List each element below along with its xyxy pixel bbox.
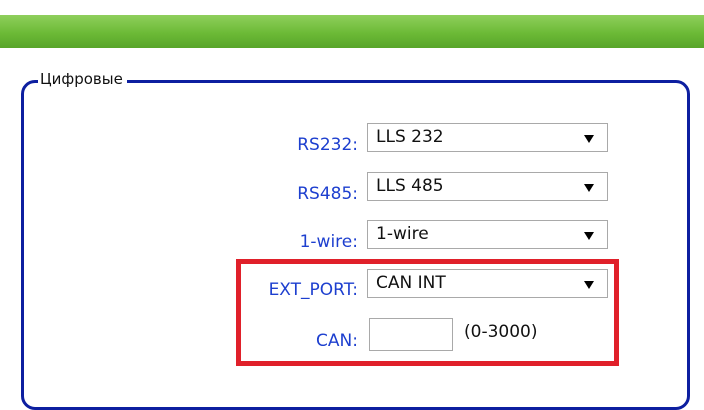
rs485-label: RS485: — [297, 184, 358, 204]
rs485-row: RS485: LLS 485 — [0, 172, 704, 204]
rs232-label: RS232: — [297, 135, 358, 155]
dropdown-arrow-icon — [584, 232, 594, 240]
rs232-select[interactable]: LLS 232 — [367, 123, 608, 152]
rs485-select-value: LLS 485 — [376, 176, 444, 196]
rs232-row: RS232: LLS 232 — [0, 123, 704, 155]
onewire-select[interactable]: 1-wire — [367, 220, 608, 249]
highlight-box — [236, 259, 619, 366]
rs232-select-value: LLS 232 — [376, 127, 444, 147]
onewire-row: 1-wire: 1-wire — [0, 220, 704, 252]
dropdown-arrow-icon — [584, 135, 594, 143]
fieldset-legend: Цифровые — [38, 67, 127, 91]
dropdown-arrow-icon — [584, 184, 594, 192]
top-band — [0, 0, 704, 15]
header-bar — [0, 15, 704, 48]
onewire-label: 1-wire: — [299, 232, 358, 252]
rs485-select[interactable]: LLS 485 — [367, 172, 608, 201]
onewire-select-value: 1-wire — [376, 224, 429, 244]
